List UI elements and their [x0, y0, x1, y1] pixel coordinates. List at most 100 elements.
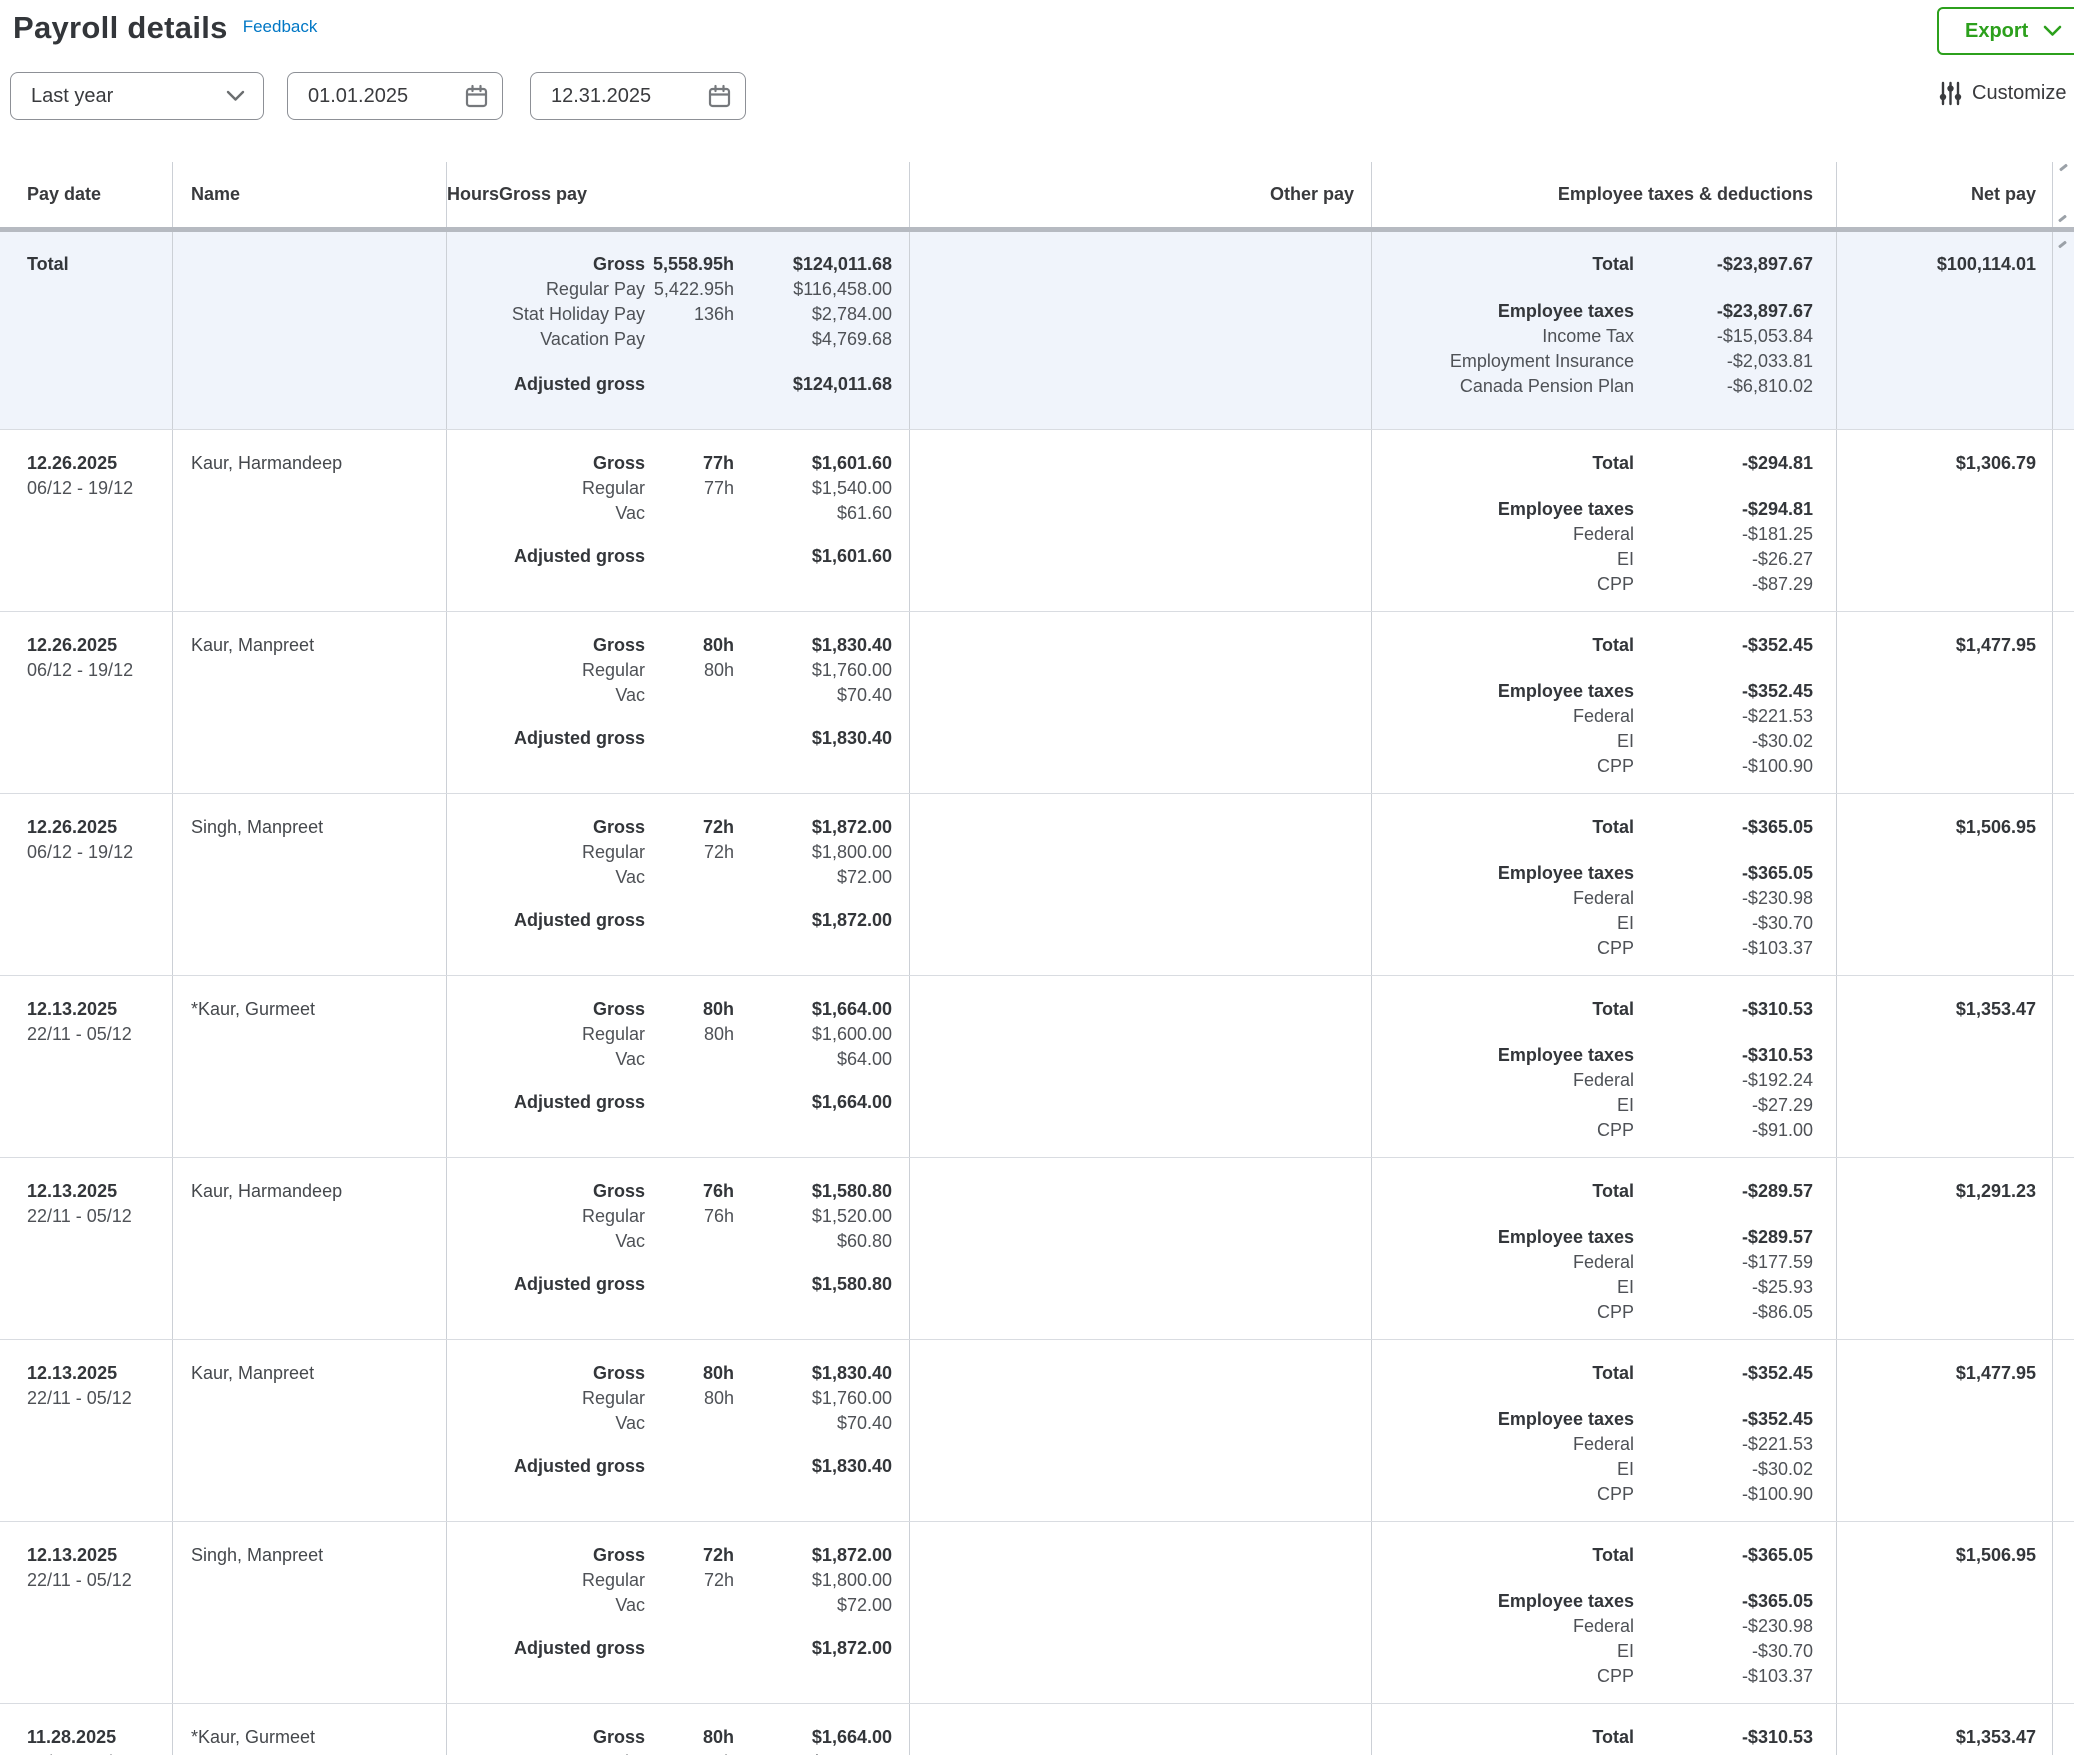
- pay-period: 06/12 - 19/12: [27, 476, 172, 501]
- end-date-field: [530, 72, 746, 120]
- tax-line: Employee taxes-$310.53: [1372, 1043, 1813, 1068]
- gross-line: Gross80h$1,664.00: [447, 1725, 892, 1750]
- tax-line: EI-$26.27: [1372, 547, 1813, 572]
- other-pay-cell: [910, 1158, 1372, 1339]
- gross-line: Regular77h$1,540.00: [447, 476, 892, 501]
- adjusted-gross-line: Adjusted gross$1,601.60: [447, 544, 892, 569]
- total-row: Total Gross5,558.95h$124,011.68 Regular …: [0, 232, 2074, 429]
- gross-line: Stat Holiday Pay136h$2,784.00: [447, 302, 892, 327]
- header-taxes-deductions: Employee taxes & deductions: [1372, 162, 1837, 227]
- net-pay: $100,114.01: [1837, 232, 2053, 429]
- taxes-cell: Total-$365.05 Employee taxes-$365.05Fede…: [1372, 794, 1837, 975]
- gross-line: Vac$64.00: [447, 1047, 892, 1072]
- taxes-cell: Total-$352.45 Employee taxes-$352.45Fede…: [1372, 1340, 1837, 1521]
- tax-line: Federal-$230.98: [1372, 1614, 1813, 1639]
- other-pay-cell: [910, 612, 1372, 793]
- gross-cell: Gross77h$1,601.60Regular77h$1,540.00Vac$…: [447, 430, 910, 611]
- tax-line: Employee taxes-$23,897.67: [1372, 299, 1813, 324]
- tax-total-line: Total-$23,897.67: [1372, 252, 1813, 277]
- calendar-icon[interactable]: [463, 83, 490, 110]
- net-pay: $1,353.47: [1837, 976, 2053, 1157]
- pay-date: 11.28.2025: [27, 1725, 172, 1750]
- header-net-pay: Net pay: [1837, 162, 2053, 227]
- pay-date-cell: 12.13.2025 22/11 - 05/12: [0, 1340, 173, 1521]
- taxes-cell: Total-$289.57 Employee taxes-$289.57Fede…: [1372, 1158, 1837, 1339]
- pay-date: 12.26.2025: [27, 633, 172, 658]
- gross-cell: Gross80h$1,830.40Regular80h$1,760.00Vac$…: [447, 1340, 910, 1521]
- tax-line: CPP-$100.90: [1372, 754, 1813, 779]
- header-other-pay: Other pay: [910, 162, 1372, 227]
- page-title: Payroll details: [13, 10, 228, 46]
- tax-line: Canada Pension Plan-$6,810.02: [1372, 374, 1813, 399]
- taxes-cell: Total-$310.53 Employee taxes-$310.53Fede…: [1372, 976, 1837, 1157]
- filter-bar: Last year: [10, 72, 746, 120]
- tax-total-line: Total-$352.45: [1372, 1361, 1813, 1386]
- total-label: Total: [27, 254, 69, 274]
- taxes-cell: Total-$352.45 Employee taxes-$352.45Fede…: [1372, 612, 1837, 793]
- header-hours: Hours: [447, 184, 499, 205]
- gross-line: Regular80h$1,600.00: [447, 1750, 892, 1755]
- pay-date-cell: 11.28.2025 08/11 - 21/11: [0, 1704, 173, 1755]
- tax-line: Employee taxes-$294.81: [1372, 497, 1813, 522]
- table-row: 12.13.2025 22/11 - 05/12 Kaur, Harmandee…: [0, 1157, 2074, 1339]
- net-pay: $1,306.79: [1837, 430, 2053, 611]
- other-pay-cell: [910, 1522, 1372, 1703]
- pay-period: 06/12 - 19/12: [27, 840, 172, 865]
- sliders-icon: [1939, 81, 1962, 106]
- adjusted-gross-line: Adjusted gross$1,664.00: [447, 1090, 892, 1115]
- gross-line: Gross80h$1,830.40: [447, 633, 892, 658]
- gross-cell: Gross80h$1,664.00Regular80h$1,600.00Vac$…: [447, 1704, 910, 1755]
- calendar-icon[interactable]: [706, 83, 733, 110]
- end-date-input[interactable]: [531, 85, 701, 108]
- export-button[interactable]: Export: [1937, 7, 2074, 55]
- gross-cell: Gross76h$1,580.80Regular76h$1,520.00Vac$…: [447, 1158, 910, 1339]
- pay-date: 12.13.2025: [27, 1543, 172, 1568]
- tax-line: CPP-$100.90: [1372, 1482, 1813, 1507]
- tax-line: Employee taxes-$352.45: [1372, 679, 1813, 704]
- gross-line: Vac$60.80: [447, 1229, 892, 1254]
- gross-cell: Gross72h$1,872.00Regular72h$1,800.00Vac$…: [447, 794, 910, 975]
- tax-line: EI-$27.29: [1372, 1093, 1813, 1118]
- net-pay: $1,353.47: [1837, 1704, 2053, 1755]
- start-date-input[interactable]: [288, 85, 458, 108]
- customize-button[interactable]: Customize: [1939, 81, 2074, 106]
- tax-line: CPP-$91.00: [1372, 1118, 1813, 1143]
- gross-line: Gross72h$1,872.00: [447, 1543, 892, 1568]
- payroll-details-page: Payroll details Feedback Export Customiz…: [0, 0, 2074, 1755]
- tax-total-line: Total-$365.05: [1372, 1543, 1813, 1568]
- pay-date: 12.13.2025: [27, 1179, 172, 1204]
- feedback-link[interactable]: Feedback: [243, 17, 318, 37]
- gross-cell: Gross72h$1,872.00Regular72h$1,800.00Vac$…: [447, 1522, 910, 1703]
- table-row: 12.26.2025 06/12 - 19/12 Kaur, Harmandee…: [0, 429, 2074, 611]
- gross-line: Regular72h$1,800.00: [447, 1568, 892, 1593]
- employee-name: Singh, Manpreet: [173, 794, 447, 975]
- tax-line: EI-$30.70: [1372, 1639, 1813, 1664]
- table-row: 12.26.2025 06/12 - 19/12 Kaur, Manpreet …: [0, 611, 2074, 793]
- table-row: 11.28.2025 08/11 - 21/11 *Kaur, Gurmeet …: [0, 1703, 2074, 1755]
- header-gross-pay: Gross pay: [499, 184, 587, 205]
- tax-line: EI-$25.93: [1372, 1275, 1813, 1300]
- pay-period: 22/11 - 05/12: [27, 1568, 172, 1593]
- gross-line: Vac$61.60: [447, 501, 892, 526]
- adjusted-gross-line: Adjusted gross$1,830.40: [447, 1454, 892, 1479]
- gross-line: Vacation Pay$4,769.68: [447, 327, 892, 352]
- gross-line: Regular80h$1,760.00: [447, 1386, 892, 1411]
- export-button-label: Export: [1965, 20, 2028, 43]
- pay-date-cell: 12.26.2025 06/12 - 19/12: [0, 612, 173, 793]
- period-select[interactable]: Last year: [10, 72, 264, 120]
- tax-line: Employee taxes-$365.05: [1372, 861, 1813, 886]
- table-row: 12.26.2025 06/12 - 19/12 Singh, Manpreet…: [0, 793, 2074, 975]
- gross-cell: Gross80h$1,830.40Regular80h$1,760.00Vac$…: [447, 612, 910, 793]
- pay-date: 12.13.2025: [27, 1361, 172, 1386]
- pay-period: 08/11 - 21/11: [27, 1750, 172, 1755]
- gross-line: Gross77h$1,601.60: [447, 451, 892, 476]
- gross-line: Regular72h$1,800.00: [447, 840, 892, 865]
- pay-date-cell: 12.26.2025 06/12 - 19/12: [0, 794, 173, 975]
- taxes-cell: Total-$294.81 Employee taxes-$294.81Fede…: [1372, 430, 1837, 611]
- total-taxes-cell: Total-$23,897.67 Employee taxes-$23,897.…: [1372, 232, 1837, 429]
- total-gross-cell: Gross5,558.95h$124,011.68 Regular Pay5,4…: [447, 232, 910, 429]
- chevron-down-icon: [226, 90, 245, 102]
- period-select-value: Last year: [31, 85, 113, 108]
- gross-line: Regular Pay5,422.95h$116,458.00: [447, 277, 892, 302]
- adjusted-gross-line: Adjusted gross$1,580.80: [447, 1272, 892, 1297]
